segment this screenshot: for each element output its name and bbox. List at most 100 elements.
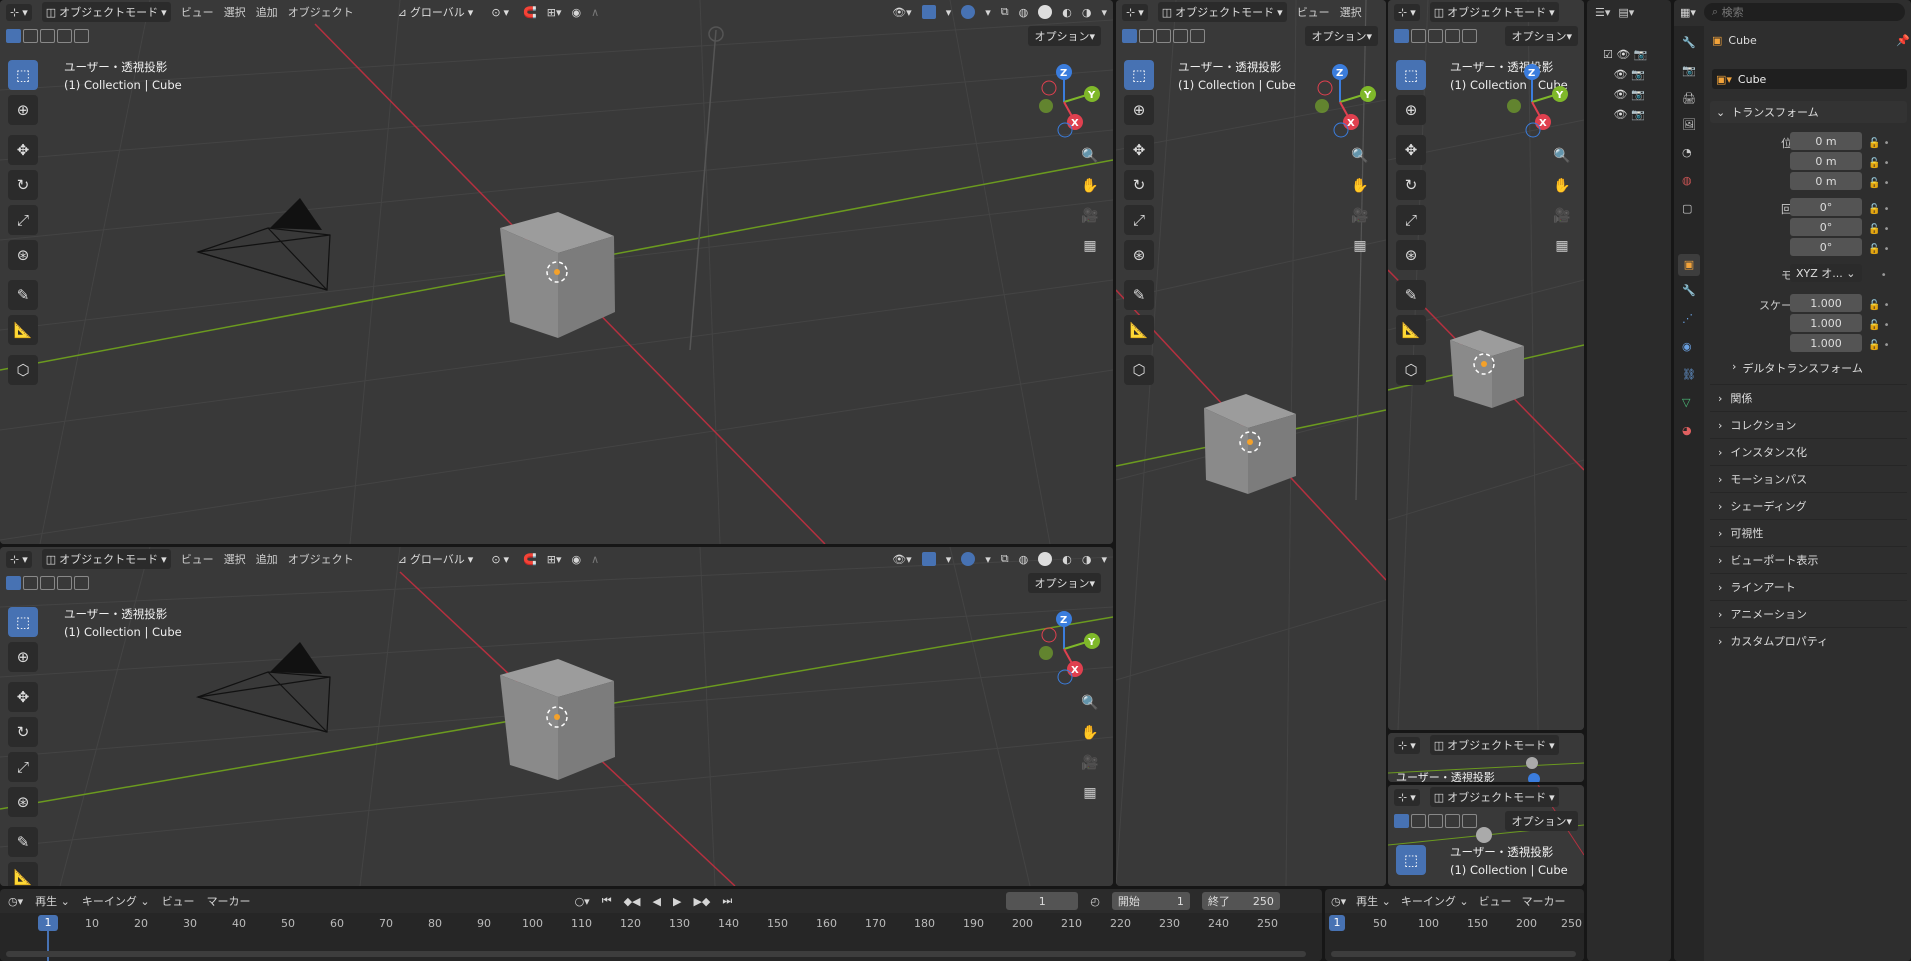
select-box-icon[interactable]: ⬚ xyxy=(8,607,38,637)
material-tab-icon[interactable]: ◕ xyxy=(1682,424,1692,437)
pivot-select[interactable]: ⊙ ▾ xyxy=(487,551,513,568)
outliner-row[interactable]: ☑ 👁 📷 xyxy=(1603,48,1648,61)
editor-type-button[interactable]: ⊹ ▾ xyxy=(1122,3,1148,21)
viewport-tiny[interactable]: ⊹ ▾ ◫ オブジェクトモード ▾ ユーザー・透視投影 xyxy=(1388,733,1584,782)
navigation-gizmo[interactable]: Z Y X xyxy=(1024,62,1100,138)
viewport-bottom-left[interactable]: ⊹ ▾ ◫ オブジェクトモード ▾ ビュー 選択 追加 オブジェクト ⊿ グローバル ▾ … xyxy=(0,547,1113,886)
particles-tab-icon[interactable]: ⋰ xyxy=(1682,312,1693,325)
viewport-small-bottom[interactable]: ⊹ ▾ ◫ オブジェクトモード ▾ オプション ▾ ⬚ ユーザー・透視投影 (1) Co… xyxy=(1388,785,1584,886)
record-icon[interactable]: ○▾ xyxy=(575,895,590,908)
lock-icon[interactable]: 🔓 • xyxy=(1868,174,1890,194)
pin-icon[interactable]: 📌 xyxy=(1896,34,1910,47)
orientation-select[interactable]: ⊿ グローバル ▾ xyxy=(394,549,478,569)
scene-tab-icon[interactable]: ◔ xyxy=(1682,146,1692,159)
section-shading[interactable]: › シェーディング xyxy=(1710,492,1907,519)
rotation-mode-select[interactable]: XYZ オ... ⌄ xyxy=(1790,264,1862,282)
keyframe-dot[interactable]: • xyxy=(1868,266,1890,286)
visibility-icon[interactable]: 👁▾ xyxy=(892,553,912,566)
measure-icon[interactable]: 📐 xyxy=(8,862,38,886)
menu-view[interactable]: ビュー xyxy=(162,893,195,909)
select-invert-icon[interactable] xyxy=(57,576,72,590)
rotation-z-field[interactable]: 0° xyxy=(1790,238,1862,256)
mode-select[interactable]: ◫ オブジェクトモード ▾ xyxy=(41,549,171,569)
select-invert-icon[interactable] xyxy=(57,29,72,43)
editor-type-button[interactable]: ⊹ ▾ xyxy=(1394,3,1420,21)
timeline-ruler[interactable]: 1 50 100 150 200 250 xyxy=(1325,913,1584,961)
section-animation[interactable]: › アニメーション xyxy=(1710,600,1907,627)
pan-hand-icon[interactable]: ✋ xyxy=(1550,174,1574,198)
mode-select[interactable]: ◫ オブジェクトモード ▾ xyxy=(1429,735,1559,755)
world-tab-icon[interactable]: ◍ xyxy=(1682,174,1692,187)
select-box-icon[interactable]: ⬚ xyxy=(1396,60,1426,90)
navigation-gizmo[interactable]: Z Y X xyxy=(1300,62,1376,138)
object-tab-icon[interactable]: ▣ xyxy=(1678,254,1700,276)
select-box-icon[interactable]: ⬚ xyxy=(1124,60,1154,90)
location-x-field[interactable]: 0 m xyxy=(1790,132,1862,150)
properties-editor-icon[interactable]: ▦▾ xyxy=(1680,6,1696,19)
select-subtract-icon[interactable] xyxy=(1428,814,1443,828)
outliner-row[interactable]: 👁 📷 xyxy=(1603,108,1644,121)
delta-transform-subpanel[interactable]: › デルタトランスフォーム xyxy=(1732,360,1863,376)
menu-playback[interactable]: 再生 ⌄ xyxy=(1356,893,1391,909)
zoom-icon[interactable]: 🔍 xyxy=(1348,144,1372,168)
select-intersect-icon[interactable] xyxy=(74,29,89,43)
snap-icon[interactable]: 🧲 xyxy=(523,553,537,566)
outliner-row[interactable]: 👁 📷 xyxy=(1603,88,1644,101)
menu-keying[interactable]: キーイング ⌄ xyxy=(82,893,150,909)
select-new-icon[interactable] xyxy=(6,29,21,43)
annotate-icon[interactable]: ✎ xyxy=(8,280,38,310)
select-new-icon[interactable] xyxy=(1122,29,1137,43)
playhead[interactable]: 1 xyxy=(38,915,58,931)
wireframe-shading-icon[interactable]: ◍ xyxy=(1019,553,1029,566)
jump-end-icon[interactable]: ⏭ xyxy=(722,894,732,908)
menu-marker[interactable]: マーカー xyxy=(1522,893,1566,909)
menu-view[interactable]: ビュー xyxy=(181,551,214,567)
orientation-select[interactable]: ⊿ グローバル ▾ xyxy=(394,2,478,22)
section-instancing[interactable]: › インスタンス化 xyxy=(1710,438,1907,465)
lock-icon[interactable]: 🔓 • xyxy=(1868,220,1890,240)
play-icon[interactable]: ▶ xyxy=(673,895,681,908)
select-intersect-icon[interactable] xyxy=(1462,29,1477,43)
viewport-top-left[interactable]: ⊹ ▾ ◫ オブジェクトモード ▾ ビュー 選択 追加 オブジェクト ⊿ グローバル ▾ … xyxy=(0,0,1113,544)
cursor-icon[interactable]: ⊕ xyxy=(1396,95,1426,125)
transform-icon[interactable]: ⊛ xyxy=(8,787,38,817)
options-button[interactable]: オプション ▾ xyxy=(1305,26,1378,46)
overlay-toggle-icon[interactable] xyxy=(961,552,976,566)
select-intersect-icon[interactable] xyxy=(1462,814,1477,828)
options-button[interactable]: オプション ▾ xyxy=(1028,573,1101,593)
render-tab-icon[interactable]: 📷 xyxy=(1682,64,1696,77)
physics-tab-icon[interactable]: ◉ xyxy=(1682,340,1692,353)
select-extend-icon[interactable] xyxy=(1411,814,1426,828)
viewport-canvas[interactable] xyxy=(0,547,1113,886)
solid-shading-icon[interactable] xyxy=(1038,552,1053,566)
mode-select[interactable]: ◫ オブジェクトモード ▾ xyxy=(41,2,171,22)
menu-object[interactable]: オブジェクト xyxy=(288,551,354,567)
cursor-icon[interactable]: ⊕ xyxy=(1124,95,1154,125)
mode-select[interactable]: ◫ オブジェクトモード ▾ xyxy=(1429,2,1559,22)
select-intersect-icon[interactable] xyxy=(74,576,89,590)
move-icon[interactable]: ✥ xyxy=(1396,135,1426,165)
timeline-scrollbar[interactable] xyxy=(6,951,1306,957)
snap-icon[interactable]: 🧲 xyxy=(523,6,537,19)
lock-icon[interactable]: 🔓 • xyxy=(1868,200,1890,220)
view-layer-tab-icon[interactable]: 🖼 xyxy=(1682,118,1696,131)
rotate-icon[interactable]: ↻ xyxy=(1396,170,1426,200)
camera-view-icon[interactable]: 🎥 xyxy=(1550,204,1574,228)
menu-select[interactable]: 選択 xyxy=(224,4,246,20)
play-reverse-icon[interactable]: ◀ xyxy=(653,895,661,908)
display-mode-icon[interactable]: ▤▾ xyxy=(1618,6,1634,19)
menu-playback[interactable]: 再生 ⌄ xyxy=(35,893,70,909)
select-extend-icon[interactable] xyxy=(1139,29,1154,43)
lock-icon[interactable]: 🔓 • xyxy=(1868,316,1890,336)
add-cube-icon[interactable]: ⬡ xyxy=(8,355,38,385)
transform-icon[interactable]: ⊛ xyxy=(1396,240,1426,270)
menu-object[interactable]: オブジェクト xyxy=(288,4,354,20)
editor-type-button[interactable]: ⊹ ▾ xyxy=(1394,788,1420,806)
select-box-icon[interactable]: ⬚ xyxy=(8,60,38,90)
xray-icon[interactable]: ⧉ xyxy=(1001,5,1009,19)
menu-view[interactable]: ビュー xyxy=(1297,4,1330,20)
outliner-editor-icon[interactable]: ☰▾ xyxy=(1595,6,1610,19)
editor-type-button[interactable]: ⊹ ▾ xyxy=(1394,736,1420,754)
lock-icon[interactable]: 🔓 • xyxy=(1868,296,1890,316)
mode-select[interactable]: ◫ オブジェクトモード ▾ xyxy=(1429,787,1559,807)
